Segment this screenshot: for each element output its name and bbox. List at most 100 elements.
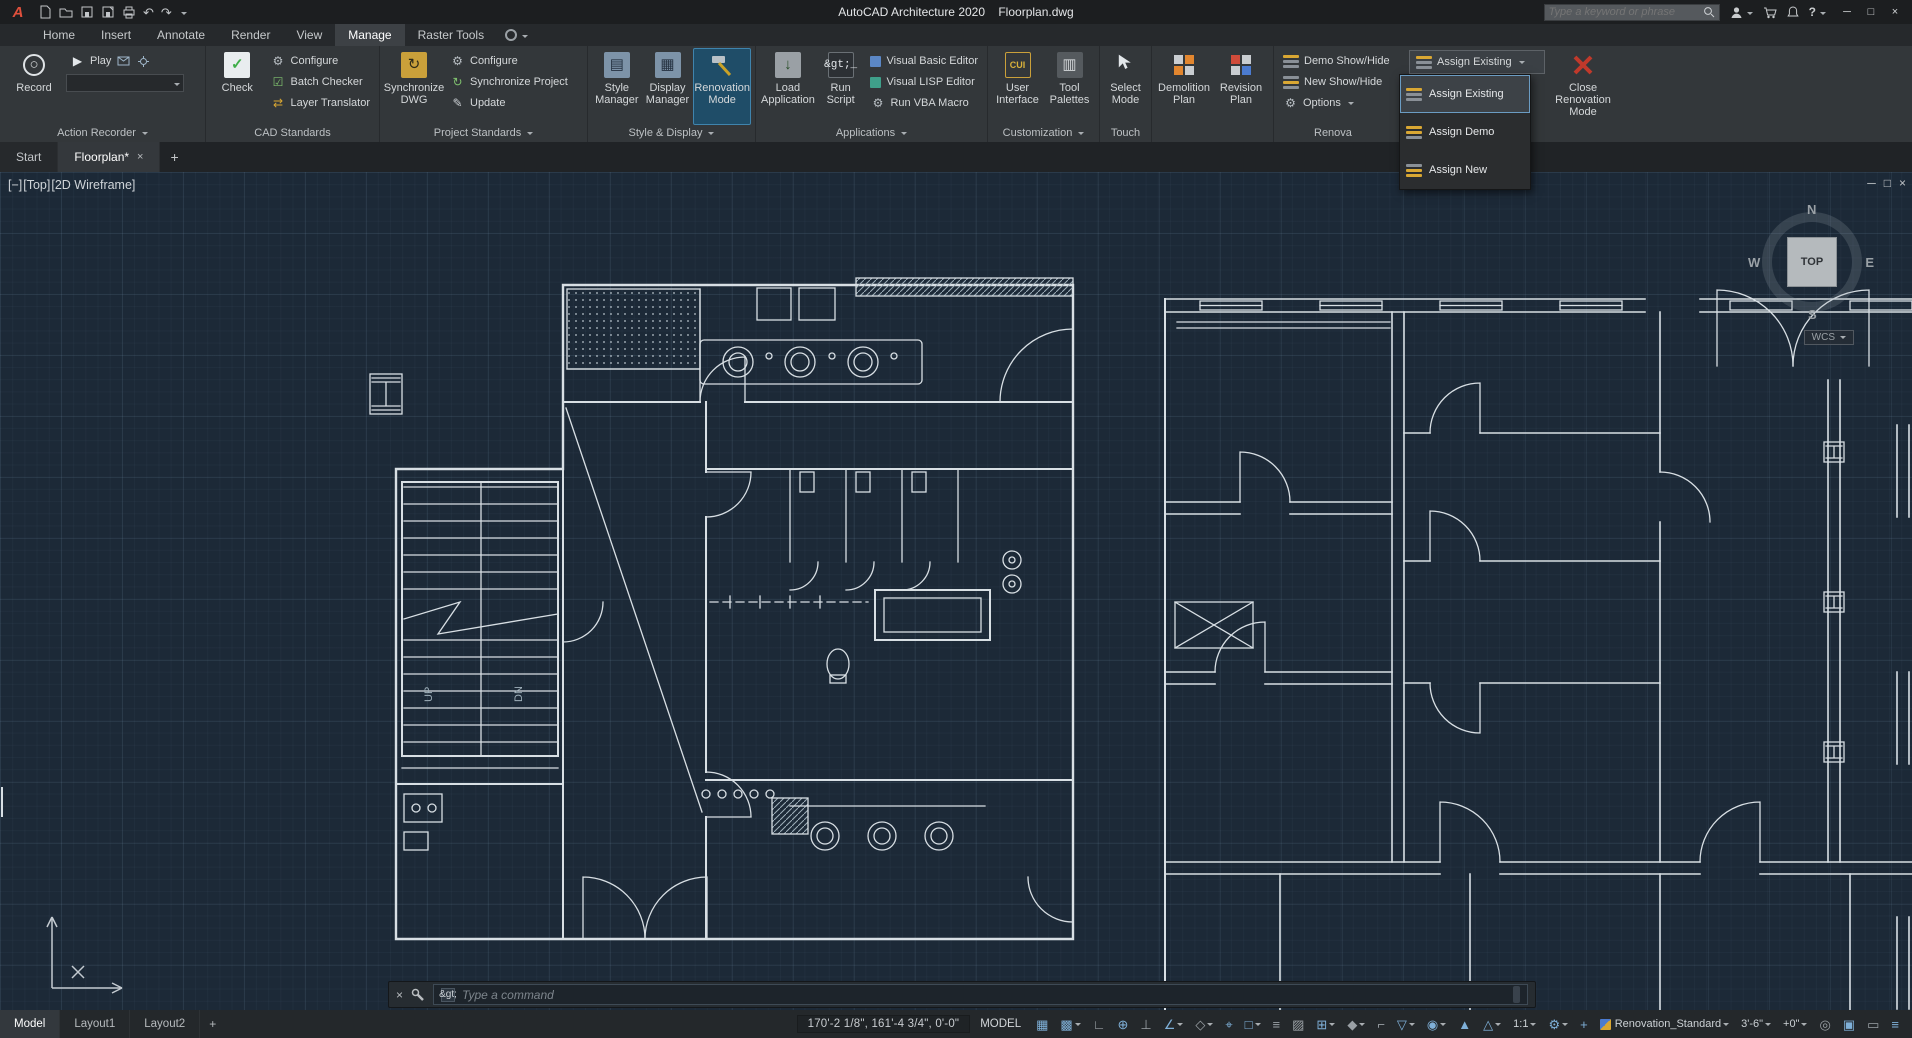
renovation-mode-button[interactable]: Renovation Mode xyxy=(694,49,750,124)
layout1-tab[interactable]: Layout1 xyxy=(60,1010,130,1038)
lineweight-icon[interactable]: ≡ xyxy=(1268,1017,1286,1032)
customize-status-bar-icon[interactable]: ≡ xyxy=(1886,1017,1904,1032)
app-store-icon[interactable] xyxy=(1763,6,1777,19)
command-scrollbar[interactable] xyxy=(1513,986,1520,1003)
model-tab[interactable]: Model xyxy=(0,1010,60,1038)
save-icon[interactable] xyxy=(80,5,94,19)
save-as-icon[interactable] xyxy=(101,5,115,19)
menu-item-assign-existing[interactable]: Assign Existing xyxy=(1400,75,1530,113)
customize-command-line-icon[interactable] xyxy=(411,988,425,1002)
undo-icon[interactable]: ↶ xyxy=(143,6,154,19)
viewport-menu-control[interactable]: [−] xyxy=(8,178,22,192)
panel-label-style-display[interactable]: Style & Display xyxy=(588,124,755,142)
play-button[interactable]: ▶Play xyxy=(66,51,184,71)
panel-label-project-standards[interactable]: Project Standards xyxy=(380,124,587,142)
transparency-icon[interactable]: ▨ xyxy=(1287,1017,1309,1032)
redo-icon[interactable]: ↷ xyxy=(161,6,172,19)
tab-annotate[interactable]: Annotate xyxy=(144,24,218,46)
insert-message-icon[interactable] xyxy=(116,54,131,69)
viewcube-north[interactable]: N xyxy=(1807,202,1816,217)
options-button[interactable]: ⚙Options xyxy=(1279,93,1407,113)
file-tab-floorplan[interactable]: Floorplan*× xyxy=(58,142,160,172)
select-mode-button[interactable]: Select Mode xyxy=(1105,49,1146,124)
update-standards-button[interactable]: ✎Update xyxy=(446,93,572,113)
synchronize-project-button[interactable]: ↻Synchronize Project xyxy=(446,72,572,92)
ortho-icon[interactable]: ⊥ xyxy=(1135,1017,1156,1032)
wcs-dropdown[interactable]: WCS xyxy=(1804,330,1854,345)
dynamic-input-icon[interactable]: ⊕ xyxy=(1112,1017,1133,1032)
user-interface-button[interactable]: CUI User Interface xyxy=(993,49,1042,124)
open-file-icon[interactable] xyxy=(59,5,73,19)
isolate-objects-icon[interactable]: ◎ xyxy=(1814,1017,1835,1032)
quick-access-customize-icon[interactable] xyxy=(179,5,187,19)
annotation-scale-button[interactable]: 1:1 xyxy=(1508,1017,1541,1031)
new-file-icon[interactable] xyxy=(38,5,52,19)
display-manager-button[interactable]: ▦ Display Manager xyxy=(644,49,692,124)
viewcube[interactable]: N W E S TOP xyxy=(1756,206,1868,318)
command-input[interactable]: &gt; Type a command xyxy=(433,984,1528,1005)
grid-icon[interactable]: ▦ xyxy=(1031,1017,1053,1032)
plot-icon[interactable] xyxy=(122,5,136,19)
configure-standards-button[interactable]: ⚙Configure xyxy=(267,51,374,71)
demolition-plan-button[interactable]: Demolition Plan xyxy=(1157,49,1211,124)
gizmo-icon[interactable]: ◉ xyxy=(1422,1017,1451,1032)
snap-icon[interactable]: ▩ xyxy=(1055,1017,1085,1032)
annotation-autoscale-icon[interactable]: △ xyxy=(1478,1017,1506,1032)
panel-label-action-recorder[interactable]: Action Recorder xyxy=(0,124,205,142)
selection-filtering-icon[interactable]: ▽ xyxy=(1392,1017,1420,1032)
close-renovation-mode-button[interactable]: Close Renovation Mode xyxy=(1547,49,1619,124)
run-script-button[interactable]: &gt;_ Run Script xyxy=(818,49,864,124)
viewcube-south[interactable]: S xyxy=(1808,307,1817,322)
command-line[interactable]: × &gt; Type a command xyxy=(388,981,1536,1008)
viewport-visual-style-control[interactable]: [2D Wireframe] xyxy=(51,178,135,192)
minimize-window-icon[interactable]: ─ xyxy=(1836,6,1858,18)
application-menu-button[interactable]: A xyxy=(6,3,30,21)
isodraft-icon[interactable]: ◇ xyxy=(1190,1017,1218,1032)
clean-screen-icon[interactable]: ▭ xyxy=(1862,1017,1884,1032)
tab-insert[interactable]: Insert xyxy=(88,24,144,46)
selection-cycling-icon[interactable]: ⊞ xyxy=(1311,1017,1340,1032)
maximize-window-icon[interactable]: □ xyxy=(1860,6,1882,18)
object-snap-icon[interactable]: □ xyxy=(1240,1017,1266,1032)
model-space-toggle[interactable]: MODEL xyxy=(972,1016,1029,1032)
viewcube-top-face[interactable]: TOP xyxy=(1788,238,1836,286)
viewport-restore-icon[interactable]: □ xyxy=(1884,176,1891,190)
panel-label-applications[interactable]: Applications xyxy=(756,124,987,142)
tab-home[interactable]: Home xyxy=(30,24,88,46)
help-button[interactable]: ? xyxy=(1809,5,1826,19)
visual-basic-editor-button[interactable]: Visual Basic Editor xyxy=(866,51,982,71)
action-macro-dropdown[interactable] xyxy=(66,74,184,92)
new-drawing-tab-button[interactable]: + xyxy=(160,142,188,172)
viewport-view-control[interactable]: [Top] xyxy=(23,178,50,192)
tab-raster-tools[interactable]: Raster Tools xyxy=(405,24,497,46)
graphics-performance-icon[interactable]: ▣ xyxy=(1838,1017,1860,1032)
assign-existing-dropdown-button[interactable]: Assign Existing xyxy=(1410,51,1544,73)
tab-manage[interactable]: Manage xyxy=(335,24,404,46)
object-snap-tracking-icon[interactable]: ⌖ xyxy=(1220,1017,1237,1032)
close-command-line-icon[interactable]: × xyxy=(396,988,403,1002)
visual-lisp-editor-button[interactable]: Visual LISP Editor xyxy=(866,72,982,92)
viewport-close-icon[interactable]: × xyxy=(1899,176,1906,190)
annotation-visibility-icon[interactable]: ▲ xyxy=(1453,1017,1476,1032)
search-input[interactable] xyxy=(1549,6,1699,18)
search-icon[interactable] xyxy=(1703,6,1715,18)
preference-icon[interactable] xyxy=(136,54,151,69)
load-application-button[interactable]: ↓ Load Application xyxy=(761,49,815,124)
workspace-gear-icon[interactable]: ⚙ xyxy=(1543,1017,1573,1032)
record-button[interactable]: ○ Record xyxy=(5,49,63,124)
infer-constraints-icon[interactable]: ∟ xyxy=(1088,1017,1111,1032)
close-tab-icon[interactable]: × xyxy=(137,151,143,163)
new-show-hide-button[interactable]: New Show/Hide xyxy=(1279,72,1407,92)
menu-item-assign-new[interactable]: Assign New xyxy=(1400,151,1530,189)
wall-height-dropdown[interactable]: 3'-6" xyxy=(1736,1017,1776,1031)
viewcube-east[interactable]: E xyxy=(1865,255,1874,270)
style-manager-button[interactable]: ▤ Style Manager xyxy=(593,49,641,124)
batch-checker-button[interactable]: ☑Batch Checker xyxy=(267,72,374,92)
new-layout-button[interactable]: + xyxy=(200,1010,225,1038)
tab-view[interactable]: View xyxy=(283,24,335,46)
menu-item-assign-demo[interactable]: Assign Demo xyxy=(1400,113,1530,151)
notifications-icon[interactable] xyxy=(1787,6,1799,19)
demo-show-hide-button[interactable]: Demo Show/Hide xyxy=(1279,51,1407,71)
polar-tracking-icon[interactable]: ∠ xyxy=(1159,1017,1189,1032)
elevation-dropdown[interactable]: +0" xyxy=(1778,1017,1812,1031)
